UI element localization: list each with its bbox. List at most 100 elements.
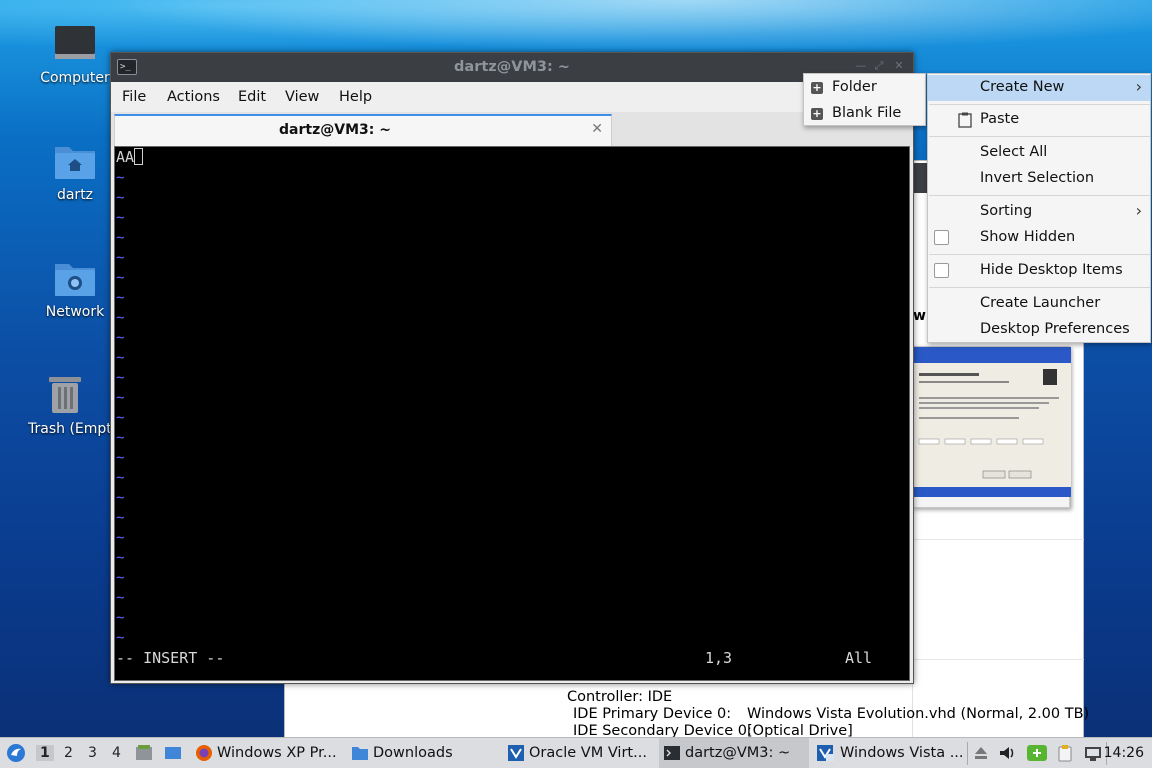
clipboard-manager-icon[interactable]: [1056, 744, 1074, 762]
menu-item-blank-file[interactable]: + Blank File: [804, 101, 925, 127]
storage-value: Windows Vista Evolution.vhd (Normal, 2.0…: [747, 706, 1090, 722]
menu-edit[interactable]: Edit: [238, 89, 266, 105]
menu-item-invert-selection[interactable]: Invert Selection: [928, 166, 1150, 192]
desktop-icon-computer[interactable]: Computer: [27, 24, 123, 86]
workspace-4[interactable]: 4: [112, 745, 121, 761]
vim-tilde-line: ~: [116, 570, 125, 586]
add-folder-icon: +: [811, 81, 823, 94]
chevron-right-icon: ›: [1135, 201, 1142, 220]
task-windows-vista[interactable]: Windows Vista ...: [814, 738, 964, 768]
vim-tilde-line: ~: [116, 590, 125, 606]
chevron-right-icon: ›: [1135, 77, 1142, 96]
desktop-icon-home[interactable]: dartz: [27, 141, 123, 203]
wallpaper-highlight: [0, 0, 1152, 60]
menu-item-label: Show Hidden: [980, 229, 1076, 245]
vim-mode-indicator: -- INSERT --: [116, 649, 225, 667]
vim-cursor-position: 1,3: [705, 649, 733, 667]
menu-help[interactable]: Help: [339, 89, 372, 105]
firefox-icon: [196, 745, 212, 761]
clock[interactable]: 14:26: [1104, 745, 1144, 761]
checkbox-hide-desktop-items[interactable]: [934, 263, 949, 278]
menu-item-show-hidden[interactable]: Show Hidden: [928, 225, 1150, 251]
vim-tilde-line: ~: [116, 490, 125, 506]
vim-tilde-line: ~: [116, 210, 125, 226]
vbox-divider-line: [912, 659, 1084, 660]
workspace-3[interactable]: 3: [88, 745, 97, 761]
vim-tilde-line: ~: [116, 430, 125, 446]
maximize-icon[interactable]: ⤢: [873, 60, 885, 72]
vbox-storage-details: Controller: IDE IDE Primary Device 0: Wi…: [567, 689, 1089, 740]
menu-item-create-new[interactable]: Create New ›: [928, 75, 1150, 101]
menu-separator: [929, 136, 1150, 137]
typed-text: AA: [116, 148, 135, 166]
clipboard-icon: [958, 112, 972, 128]
menu-actions[interactable]: Actions: [167, 89, 220, 105]
workspace-2[interactable]: 2: [64, 745, 73, 761]
trash-icon: [43, 375, 87, 415]
terminal-tab[interactable]: dartz@VM3: ~ ✕: [114, 114, 612, 146]
eject-icon[interactable]: [972, 744, 990, 762]
vim-tilde-line: ~: [116, 630, 125, 646]
menu-item-label: Blank File: [832, 105, 902, 121]
vbox-preview-heading: w: [913, 308, 926, 324]
update-notifier-icon[interactable]: [1026, 744, 1048, 762]
terminal-screen[interactable]: AA ~ ~ ~ ~ ~ ~ ~ ~ ~ ~ ~ ~ ~ ~ ~ ~ ~ ~ ~ ~ ~ ~ ~ ~ -- INSERT --…: [114, 146, 910, 681]
menu-file[interactable]: File: [122, 89, 146, 105]
vim-tilde-line: ~: [116, 310, 125, 326]
menu-item-label: Select All: [980, 144, 1048, 160]
checkbox-show-hidden[interactable]: [934, 230, 949, 245]
task-label: Windows XP Pr...: [217, 745, 337, 761]
workspace-1[interactable]: 1: [36, 745, 54, 761]
vbox-divider-line: [912, 539, 1084, 540]
task-windows-xp[interactable]: Windows XP Pr...: [193, 738, 343, 768]
terminal-menubar: File Actions Edit View Help: [111, 82, 913, 112]
menu-item-desktop-preferences[interactable]: Desktop Preferences: [928, 317, 1150, 343]
menu-item-sorting[interactable]: Sorting ›: [928, 199, 1150, 225]
file-manager-launcher-icon[interactable]: [135, 744, 153, 762]
add-file-icon: +: [811, 107, 823, 120]
menu-view[interactable]: View: [285, 89, 319, 105]
task-downloads[interactable]: Downloads: [349, 738, 499, 768]
computer-icon: [53, 24, 97, 64]
menu-item-folder[interactable]: + Folder: [804, 75, 925, 101]
text-cursor: [134, 148, 144, 165]
menu-item-hide-desktop-items[interactable]: Hide Desktop Items: [928, 258, 1150, 284]
tab-label: dartz@VM3: ~: [279, 122, 391, 138]
menu-item-label: Invert Selection: [980, 170, 1095, 186]
desktop-icon-trash[interactable]: Trash (Empty): [20, 375, 110, 437]
menu-item-label: Desktop Preferences: [980, 321, 1130, 337]
vim-tilde-line: ~: [116, 550, 125, 566]
taskbar: 1 2 3 4 Windows XP Pr... Downloads Oracl…: [0, 737, 1152, 768]
taskbar-separator: [967, 742, 968, 765]
menu-item-create-launcher[interactable]: Create Launcher: [928, 291, 1150, 317]
vim-tilde-line: ~: [116, 350, 125, 366]
vm-preview-thumbnail: [912, 346, 1071, 508]
desktop-icon-network[interactable]: Network: [27, 258, 123, 320]
vim-tilde-line: ~: [116, 410, 125, 426]
start-menu-icon[interactable]: [6, 743, 26, 763]
storage-row: IDE Primary Device 0: Windows Vista Evol…: [567, 706, 1089, 723]
network-status-icon[interactable]: [1084, 744, 1102, 762]
volume-icon[interactable]: [998, 744, 1016, 762]
close-icon[interactable]: ✕: [893, 60, 905, 72]
vim-tilde-line: ~: [116, 610, 125, 626]
terminal-window[interactable]: >_ dartz@VM3: ~ — ⤢ ✕ File Actions Edit …: [110, 52, 914, 684]
tab-close-icon[interactable]: ✕: [591, 121, 603, 137]
show-desktop-icon[interactable]: [164, 744, 182, 762]
menu-item-paste[interactable]: Paste: [928, 107, 1150, 133]
menu-item-select-all[interactable]: Select All: [928, 140, 1150, 166]
task-virtualbox[interactable]: Oracle VM Virt...: [505, 738, 655, 768]
home-folder-icon: [53, 141, 97, 181]
task-terminal[interactable]: dartz@VM3: ~: [659, 738, 809, 768]
vim-tilde-line: ~: [116, 270, 125, 286]
menu-separator: [929, 287, 1150, 288]
vim-tilde-line: ~: [116, 230, 125, 246]
folder-icon: [352, 747, 368, 760]
minimize-icon[interactable]: —: [855, 60, 867, 72]
task-label: Oracle VM Virt...: [529, 745, 647, 761]
network-folder-icon: [53, 258, 97, 298]
menu-item-label: Sorting: [980, 203, 1033, 219]
task-label: Downloads: [373, 745, 453, 761]
terminal-titlebar[interactable]: >_ dartz@VM3: ~ — ⤢ ✕: [111, 53, 913, 82]
vim-tilde-line: ~: [116, 390, 125, 406]
